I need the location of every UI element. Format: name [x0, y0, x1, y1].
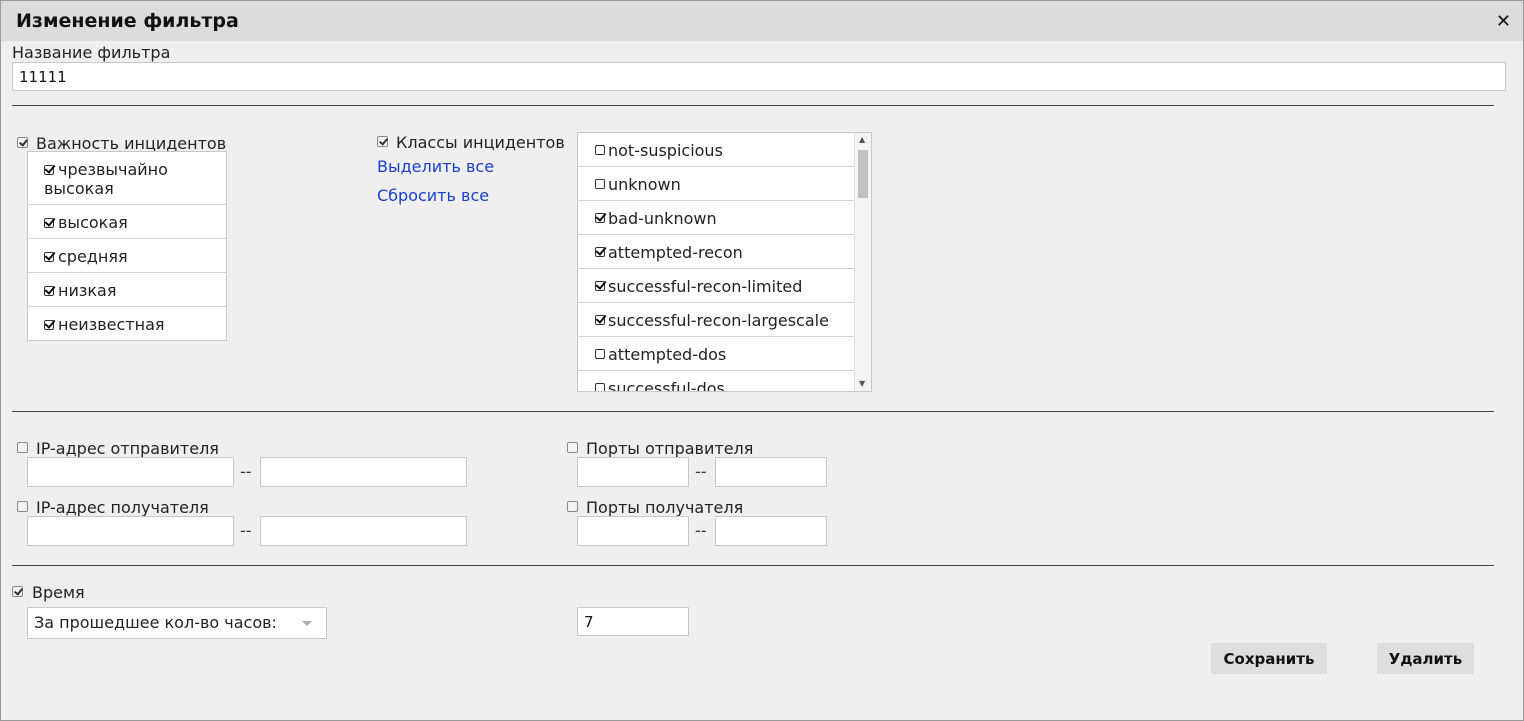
filter-name-label: Название фильтра — [12, 43, 171, 62]
class-item-label: not-suspicious — [608, 141, 723, 160]
class-item-label: successful-recon-largescale — [608, 311, 829, 330]
dst-ip-checkbox[interactable] — [17, 501, 28, 512]
src-ip-label: IP-адрес отправителя — [36, 439, 219, 458]
severity-item[interactable]: неизвестная — [28, 307, 226, 341]
classes-scrollbar[interactable]: ▲ ▼ — [854, 133, 871, 391]
dst-ip-label: IP-адрес получателя — [36, 498, 209, 517]
class-item-checkbox[interactable] — [595, 281, 605, 291]
edit-filter-dialog: Изменение фильтра ✕ Название фильтра Важ… — [0, 0, 1524, 721]
src-ip-to-input[interactable] — [260, 457, 467, 487]
severity-item-label: средняя — [58, 247, 128, 266]
severity-item[interactable]: низкая — [28, 273, 226, 307]
class-item-checkbox[interactable] — [595, 315, 605, 325]
class-item-checkbox[interactable] — [595, 247, 605, 257]
time-label: Время — [32, 583, 85, 602]
divider-bottom — [12, 565, 1494, 566]
time-mode-value: За прошедшее кол-во часов: — [34, 613, 277, 632]
dst-ports-range-separator: -- — [695, 521, 707, 540]
src-ports-from-input[interactable] — [577, 457, 689, 487]
severity-list: чрезвычайно высокая высокая средняя низкая н… — [27, 151, 227, 341]
close-icon[interactable]: ✕ — [1496, 11, 1511, 32]
src-ports-range-separator: -- — [695, 462, 707, 481]
class-item[interactable]: attempted-recon — [578, 235, 855, 269]
class-item[interactable]: unknown — [578, 167, 855, 201]
divider-middle — [12, 411, 1494, 412]
severity-checkbox[interactable] — [17, 137, 28, 148]
dst-ports-label: Порты получателя — [586, 498, 744, 517]
class-item[interactable]: successful-recon-largescale — [578, 303, 855, 337]
select-all-link[interactable]: Выделить все — [377, 157, 494, 176]
scroll-thumb[interactable] — [858, 150, 868, 198]
class-item-label: successful-dos — [608, 379, 725, 392]
class-item[interactable]: successful-recon-limited — [578, 269, 855, 303]
delete-button[interactable]: Удалить — [1377, 643, 1474, 674]
save-button[interactable]: Сохранить — [1211, 643, 1327, 674]
classes-listbox[interactable]: not-suspicious unknown bad-unknown attempte… — [577, 132, 872, 392]
severity-item-label: высокая — [58, 213, 128, 232]
classes-checkbox[interactable] — [377, 136, 388, 147]
severity-item-label: чрезвычайно высокая — [44, 160, 168, 198]
class-item-checkbox[interactable] — [595, 179, 605, 189]
class-item-checkbox[interactable] — [595, 145, 605, 155]
severity-item[interactable]: средняя — [28, 239, 226, 273]
class-item-checkbox[interactable] — [595, 383, 605, 391]
scroll-down-icon[interactable]: ▼ — [859, 380, 865, 388]
class-item-label: successful-recon-limited — [608, 277, 803, 296]
scroll-up-icon[interactable]: ▲ — [859, 136, 865, 144]
severity-item-label: низкая — [58, 281, 117, 300]
classes-label: Классы инцидентов — [396, 133, 565, 152]
src-ip-from-input[interactable] — [27, 457, 234, 487]
dst-ip-range-separator: -- — [240, 521, 252, 540]
time-checkbox[interactable] — [12, 586, 23, 597]
dst-ip-from-input[interactable] — [27, 516, 234, 546]
classes-list: not-suspicious unknown bad-unknown attempte… — [578, 133, 855, 392]
class-item[interactable]: bad-unknown — [578, 201, 855, 235]
severity-item-label: неизвестная — [58, 315, 165, 334]
chevron-down-icon — [302, 621, 312, 626]
src-ip-checkbox[interactable] — [17, 442, 28, 453]
class-item-label: bad-unknown — [608, 209, 717, 228]
src-ports-checkbox[interactable] — [567, 442, 578, 453]
dst-ports-to-input[interactable] — [715, 516, 827, 546]
dialog-titlebar: Изменение фильтра ✕ — [1, 1, 1523, 41]
severity-item[interactable]: высокая — [28, 205, 226, 239]
class-item-label: unknown — [608, 175, 681, 194]
reset-all-link[interactable]: Сбросить все — [377, 186, 489, 205]
src-ports-to-input[interactable] — [715, 457, 827, 487]
class-item[interactable]: successful-dos — [578, 371, 855, 392]
hours-input[interactable] — [577, 607, 689, 636]
filter-name-input[interactable] — [12, 62, 1506, 91]
class-item-label: attempted-recon — [608, 243, 743, 262]
dst-ports-from-input[interactable] — [577, 516, 689, 546]
class-item[interactable]: not-suspicious — [578, 133, 855, 167]
class-item[interactable]: attempted-dos — [578, 337, 855, 371]
dst-ports-checkbox[interactable] — [567, 501, 578, 512]
src-ip-range-separator: -- — [240, 462, 252, 481]
divider-top — [12, 105, 1494, 106]
dst-ip-to-input[interactable] — [260, 516, 467, 546]
class-item-label: attempted-dos — [608, 345, 727, 364]
severity-item[interactable]: чрезвычайно высокая — [28, 152, 226, 205]
class-item-checkbox[interactable] — [595, 213, 605, 223]
time-mode-select[interactable]: За прошедшее кол-во часов: — [27, 607, 327, 639]
dialog-title: Изменение фильтра — [16, 10, 239, 32]
src-ports-label: Порты отправителя — [586, 439, 754, 458]
class-item-checkbox[interactable] — [595, 349, 605, 359]
